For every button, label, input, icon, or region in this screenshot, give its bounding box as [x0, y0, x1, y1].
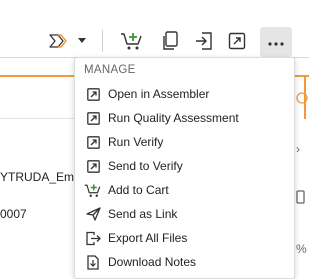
open-external-icon — [228, 32, 246, 50]
export-files-icon — [84, 229, 102, 247]
copy-icon — [161, 31, 179, 51]
add-to-cart-button[interactable] — [118, 26, 146, 56]
open-external-icon — [84, 85, 102, 103]
percent-icon: % — [296, 242, 307, 256]
menu-item-label: Open in Assembler — [108, 87, 210, 101]
background-row-text: YTRUDA_Em — [0, 170, 75, 184]
menu-item-label: Add to Cart — [108, 183, 169, 197]
open-external-icon — [84, 157, 102, 175]
menu-item-add-to-cart[interactable]: Add to Cart — [75, 178, 294, 202]
menu-item-label: Export All Files — [108, 231, 188, 245]
menu-item-label: Run Verify — [108, 135, 164, 149]
send-icon — [84, 205, 102, 223]
copy-button[interactable] — [157, 26, 183, 56]
open-external-button[interactable] — [224, 26, 250, 56]
menu-item-run-verify[interactable]: Run Verify — [75, 130, 294, 154]
manage-menu: MANAGE Open in Assembler Run Quality Ass… — [74, 57, 295, 279]
partial-icon — [296, 190, 306, 204]
accent-line-left — [0, 75, 76, 77]
add-to-cart-icon — [84, 181, 102, 199]
double-chevron-icon — [49, 34, 71, 48]
open-external-icon — [84, 133, 102, 151]
more-button[interactable] — [260, 27, 292, 57]
menu-item-download-notes[interactable]: Download Notes — [75, 250, 294, 274]
menu-section-header: MANAGE — [84, 64, 136, 76]
chevron-right-icon: › — [296, 142, 300, 156]
export-button[interactable] — [191, 26, 217, 56]
info-circle-icon — [296, 92, 308, 104]
row-divider — [0, 118, 76, 119]
menu-item-label: Send as Link — [108, 207, 178, 221]
toolbar — [0, 0, 309, 57]
menu-item-run-quality-assessment[interactable]: Run Quality Assessment — [75, 106, 294, 130]
menu-item-export-all-files[interactable]: Export All Files — [75, 226, 294, 250]
add-to-cart-icon — [120, 31, 144, 51]
menu-item-open-in-assembler[interactable]: Open in Assembler — [75, 82, 294, 106]
more-icon — [268, 33, 284, 51]
toolbar-separator — [102, 30, 103, 52]
export-icon — [194, 31, 214, 51]
workflow-button[interactable] — [46, 26, 74, 56]
background-row-id: 0007 — [0, 207, 27, 221]
menu-item-send-as-link[interactable]: Send as Link — [75, 202, 294, 226]
menu-item-label: Run Quality Assessment — [108, 111, 239, 125]
download-notes-icon — [84, 253, 102, 271]
workflow-dropdown[interactable] — [76, 26, 88, 56]
chevron-down-icon — [78, 38, 86, 44]
open-external-icon — [84, 109, 102, 127]
menu-item-label: Send to Verify — [108, 159, 183, 173]
menu-item-send-to-verify[interactable]: Send to Verify — [75, 154, 294, 178]
